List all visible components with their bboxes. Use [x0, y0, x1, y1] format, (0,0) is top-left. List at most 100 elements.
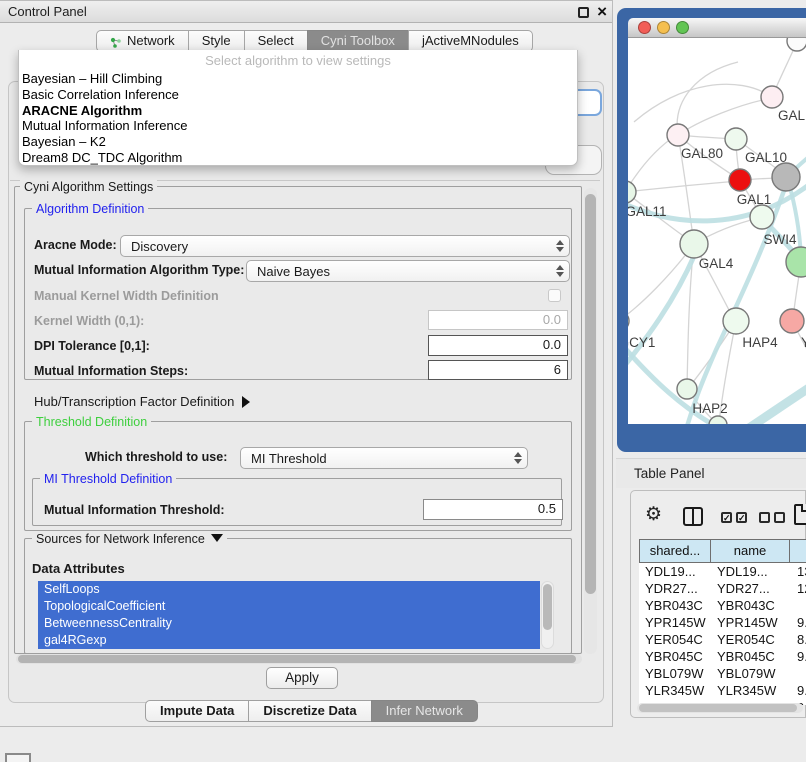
column-header-name[interactable]: name	[710, 539, 790, 563]
network-node-label: GAL80	[681, 146, 723, 161]
network-node-label: GCY1	[628, 335, 655, 350]
mi-threshold-field[interactable]: 0.5	[423, 499, 563, 520]
select-all-icon[interactable]	[721, 512, 747, 523]
network-node[interactable]	[680, 230, 708, 258]
settings-gear-icon[interactable]	[645, 503, 662, 526]
settings-vertical-scrollbar[interactable]	[584, 188, 597, 654]
zoom-traffic-light-icon[interactable]	[676, 21, 689, 34]
column-header-extra[interactable]	[789, 539, 806, 563]
dpi-tolerance-label: DPI Tolerance [0,1]:	[34, 339, 150, 353]
network-node[interactable]	[786, 247, 806, 277]
collapsed-arrow-icon	[242, 396, 250, 408]
table-cell: YBR045C	[639, 648, 711, 665]
algorithm-option-basic-correlation-inference[interactable]: Basic Correlation Inference	[19, 87, 577, 103]
tab-cyni-toolbox[interactable]: Cyni Toolbox	[307, 30, 409, 52]
new-table-icon[interactable]	[794, 504, 806, 525]
table-row[interactable]: YBL079WYBL079W	[639, 665, 806, 682]
mi-steps-label: Mutual Information Steps:	[34, 364, 188, 378]
tab-jactivemnodules[interactable]: jActiveMNodules	[408, 30, 533, 52]
table-row[interactable]: YBR043CYBR043C	[639, 597, 806, 614]
data-attributes-label: Data Attributes	[32, 561, 125, 576]
tab-style[interactable]: Style	[188, 30, 245, 52]
algorithm-option-bayesian-k2[interactable]: Bayesian – K2	[19, 134, 577, 150]
attribute-item-topologicalcoefficient[interactable]: TopologicalCoefficient	[38, 598, 540, 615]
table-horizontal-scrollbar[interactable]	[637, 703, 803, 713]
which-threshold-select[interactable]: MI Threshold	[240, 447, 528, 469]
network-node[interactable]	[772, 163, 800, 191]
tab-select[interactable]: Select	[244, 30, 308, 52]
deselect-all-icon[interactable]	[759, 512, 785, 523]
table-cell: YLR345W	[639, 682, 711, 699]
tab-infer-network[interactable]: Infer Network	[371, 700, 478, 722]
hub-section-toggle[interactable]: Hub/Transcription Factor Definition	[34, 394, 250, 409]
network-node[interactable]	[729, 169, 751, 191]
network-node-label: HAP2	[692, 401, 727, 416]
column-layout-icon[interactable]	[683, 507, 703, 526]
table-row[interactable]: YDL19...YDL19...13	[639, 563, 806, 580]
table-row[interactable]: YDR27...YDR27...12	[639, 580, 806, 597]
table-cell	[791, 665, 806, 682]
network-node[interactable]	[667, 124, 689, 146]
sources-toggle[interactable]: Sources for Network Inference	[32, 532, 227, 546]
attribute-item-selfloops[interactable]: SelfLoops	[38, 581, 540, 598]
algorithm-option-bayesian-hill-climbing[interactable]: Bayesian – Hill Climbing	[19, 71, 577, 87]
stepper-arrows-icon	[509, 452, 527, 464]
table-row[interactable]: YPR145WYPR145W9.	[639, 614, 806, 631]
table-cell: YBL079W	[639, 665, 711, 682]
table-row[interactable]: YER054CYER054C8.	[639, 631, 806, 648]
kernel-width-field[interactable]: 0.0	[428, 310, 568, 330]
network-node[interactable]	[677, 379, 697, 399]
attribute-item-betweennesscentrality[interactable]: BetweennessCentrality	[38, 615, 540, 632]
algorithm-option-mutual-information-inference[interactable]: Mutual Information Inference	[19, 118, 577, 134]
close-traffic-light-icon[interactable]	[638, 21, 651, 34]
attribute-list-scrollbar[interactable]	[541, 581, 554, 649]
network-edge	[628, 181, 738, 192]
algorithm-option-aracne-algorithm[interactable]: ARACNE Algorithm	[19, 103, 577, 119]
network-node[interactable]	[723, 308, 749, 334]
tab-label: Cyni Toolbox	[321, 31, 395, 51]
node-table: shared...name YDL19...YDL19...13YDR27...…	[639, 539, 806, 705]
column-header-shared[interactable]: shared...	[639, 539, 711, 563]
network-node-label: GAL	[778, 108, 806, 123]
tab-impute-data[interactable]: Impute Data	[145, 700, 249, 722]
attribute-list[interactable]: SelfLoopsTopologicalCoefficientBetweenne…	[38, 581, 540, 649]
dpi-tolerance-field[interactable]: 0.0	[428, 335, 568, 356]
network-node[interactable]	[761, 86, 783, 108]
attribute-item-gal4rgexp[interactable]: gal4RGexp	[38, 632, 540, 649]
tab-network[interactable]: Network	[96, 30, 189, 52]
network-node[interactable]	[725, 128, 747, 150]
network-node[interactable]	[709, 416, 727, 424]
apply-button[interactable]: Apply	[266, 667, 338, 689]
table-cell: YDL19...	[711, 563, 791, 580]
tab-label: Network	[127, 31, 175, 51]
close-icon[interactable]: ×	[597, 1, 607, 23]
mi-steps-field[interactable]: 6	[428, 360, 568, 380]
algorithm-dropdown: Select algorithm to view settings Bayesi…	[18, 50, 578, 166]
settings-horizontal-scrollbar[interactable]	[16, 654, 582, 664]
aracne-mode-select[interactable]: Discovery	[120, 235, 570, 257]
table-row[interactable]: YLR345WYLR345W9.	[639, 682, 806, 699]
network-edge	[677, 62, 738, 135]
network-node[interactable]	[750, 205, 774, 229]
network-view-window: GALGAL80GAL10GAL1GAL11SWI4GAL4GCY1HAP4YH…	[617, 8, 806, 452]
float-window-icon[interactable]	[578, 7, 589, 18]
table-header: shared...name	[639, 539, 806, 563]
algorithm-option-dream8-dc-tdc-algorithm[interactable]: Dream8 DC_TDC Algorithm	[19, 150, 577, 166]
table-cell: YBR043C	[639, 597, 711, 614]
table-row[interactable]: YBR045CYBR045C9.	[639, 648, 806, 665]
network-node[interactable]	[787, 38, 806, 51]
network-window-titlebar[interactable]	[628, 18, 806, 38]
tab-discretize-data[interactable]: Discretize Data	[248, 700, 371, 722]
kernel-width-label: Kernel Width (0,1):	[34, 314, 144, 328]
network-node[interactable]	[780, 309, 804, 333]
minimized-panel-icon[interactable]	[5, 753, 31, 762]
minimize-traffic-light-icon[interactable]	[657, 21, 670, 34]
manual-kernel-checkbox[interactable]	[548, 289, 561, 302]
mi-algorithm-type-select[interactable]: Naive Bayes	[246, 260, 570, 282]
tab-label: jActiveMNodules	[422, 31, 519, 51]
network-node-label: GAL10	[745, 150, 787, 165]
network-canvas[interactable]: GALGAL80GAL10GAL1GAL11SWI4GAL4GCY1HAP4YH…	[628, 38, 806, 424]
table-cell: YBR045C	[711, 648, 791, 665]
network-node-label: Y	[801, 335, 806, 350]
table-cell: YDR27...	[711, 580, 791, 597]
